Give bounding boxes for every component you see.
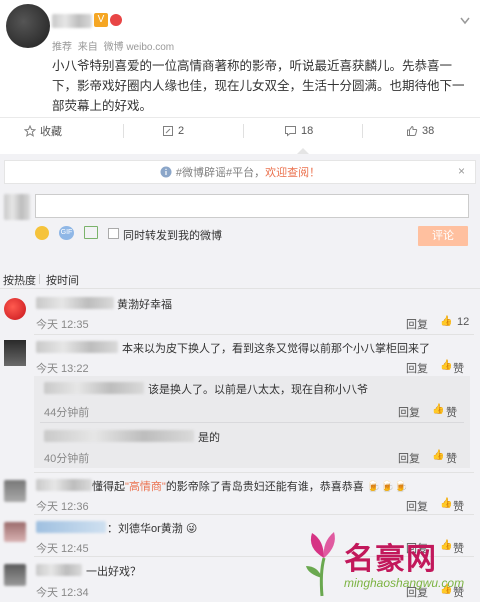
- close-notice-icon[interactable]: ×: [458, 164, 465, 178]
- comment-text-suffix: 的影帝除了青岛贵妇还能有谁，恭喜恭喜: [165, 481, 364, 493]
- reply-time: 44分钟前: [44, 407, 90, 419]
- post-meta: 推荐 来自 微博 weibo.com: [52, 38, 174, 53]
- reply-like-label[interactable]: 赞: [446, 450, 457, 466]
- comment-like-label[interactable]: 赞: [453, 498, 464, 514]
- comment-button[interactable]: 18: [284, 124, 313, 138]
- meta-recommend: 推荐: [52, 42, 72, 53]
- repost-icon: [163, 126, 173, 136]
- commenter-name[interactable]: [36, 297, 114, 309]
- commenter-name[interactable]: [36, 479, 92, 491]
- divider: [123, 124, 124, 138]
- reply-button[interactable]: 回复: [406, 498, 428, 514]
- comment-like-count: 12: [457, 316, 470, 328]
- comment-input[interactable]: [35, 194, 469, 218]
- notice-banner: #微博辟谣#平台， 欢迎查阅！: [4, 160, 476, 184]
- comment-like-label[interactable]: 赞: [453, 360, 464, 376]
- repost-checkbox-label[interactable]: 同时转发到我的微博: [123, 227, 222, 243]
- comment-text: 一出好戏？: [86, 566, 141, 578]
- emoji-icon[interactable]: [35, 226, 49, 240]
- my-avatar[interactable]: [4, 194, 30, 220]
- thumbs-up-icon[interactable]: 👍: [432, 450, 444, 461]
- comment-time: 今天 12:35: [36, 319, 89, 331]
- favorite-label: 收藏: [40, 126, 62, 138]
- reply-author-name[interactable]: [44, 430, 194, 442]
- verified-badge-icon: V: [94, 13, 108, 27]
- comment-topic-link[interactable]: "高情商": [125, 481, 166, 493]
- thumbs-up-icon: [407, 125, 418, 136]
- commenter-name[interactable]: [36, 521, 106, 533]
- comment-text: 黄渤好幸福: [117, 299, 172, 311]
- submit-comment-button[interactable]: 评论: [418, 226, 468, 246]
- comment-time: 今天 12:45: [36, 543, 89, 555]
- commenter-avatar-apple[interactable]: [4, 298, 26, 320]
- comment-time: 今天 13:22: [36, 363, 89, 375]
- comment-divider: [34, 472, 474, 473]
- sort-divider-line: [0, 288, 480, 289]
- watermark-title: 名豪网: [344, 542, 437, 577]
- meta-source-link[interactable]: 微博 weibo.com: [104, 42, 175, 53]
- comment-icon: [285, 126, 296, 137]
- post-options-chevron-icon[interactable]: [460, 12, 470, 25]
- comment-text: 本来以为皮下换人了，看到这条又觉得以前那个小八掌柜回来了: [122, 343, 430, 355]
- commenter-avatar[interactable]: [4, 564, 26, 586]
- like-button[interactable]: 38: [406, 124, 434, 138]
- thumbs-up-icon[interactable]: 👍: [432, 404, 444, 415]
- comment-time: 今天 12:34: [36, 587, 89, 599]
- post-avatar[interactable]: [6, 4, 50, 48]
- sort-by-heat-tab[interactable]: 按热度: [3, 272, 36, 288]
- action-bar-top-divider: [0, 117, 480, 118]
- comment-divider: [34, 514, 474, 515]
- comment-text-prefix: 懂得起: [92, 481, 125, 493]
- repost-count: 2: [178, 125, 185, 137]
- thumbs-up-icon[interactable]: 👍: [440, 498, 452, 509]
- notice-text: #微博辟谣#平台，: [175, 167, 266, 179]
- commenter-avatar[interactable]: [4, 340, 26, 366]
- reply-author-name[interactable]: [44, 382, 144, 394]
- reply-button[interactable]: 回复: [406, 316, 428, 332]
- divider: [362, 124, 363, 138]
- commenter-avatar[interactable]: [4, 522, 26, 542]
- gif-icon[interactable]: GIF: [59, 226, 74, 240]
- reply-divider: [40, 422, 464, 423]
- comment-time: 今天 12:36: [36, 501, 89, 513]
- post-author-name[interactable]: [52, 14, 92, 28]
- thumbs-up-icon[interactable]: 👍: [440, 316, 452, 327]
- notice-link[interactable]: 欢迎查阅！: [265, 164, 320, 180]
- reply-like-label[interactable]: 赞: [446, 404, 457, 420]
- star-icon: [24, 125, 36, 137]
- sort-divider: [39, 274, 40, 284]
- repost-button[interactable]: 2: [162, 124, 184, 138]
- member-badge-icon: [110, 14, 122, 26]
- reply-button[interactable]: 回复: [398, 450, 420, 466]
- watermark-flower-icon: [306, 532, 335, 597]
- sort-by-time-tab[interactable]: 按时间: [46, 272, 79, 288]
- repost-checkbox[interactable]: [108, 228, 119, 239]
- comment-divider: [34, 334, 474, 335]
- reply-text: 是的: [198, 432, 220, 444]
- comment-text: ：刘德华or黄渤 😜: [107, 520, 197, 536]
- image-icon[interactable]: [84, 226, 98, 239]
- thumbs-up-icon[interactable]: 👍: [440, 360, 452, 371]
- post-text: 小八爷特别喜爱的一位高情商著称的影帝，听说最近喜获麟儿。先恭喜一下，影帝戏好圈内…: [52, 59, 465, 113]
- reply-text: 该是换人了。以前是八太太，现在自称小八爷: [148, 384, 368, 396]
- meta-from: 来自: [77, 42, 98, 53]
- like-count: 38: [422, 125, 435, 137]
- reply-time: 40分钟前: [44, 453, 90, 465]
- grin-emoji-icon: 😜: [185, 523, 198, 535]
- commenter-name[interactable]: [36, 341, 118, 353]
- commenter-name[interactable]: [36, 564, 82, 576]
- divider: [243, 124, 244, 138]
- reply-button[interactable]: 回复: [398, 404, 420, 420]
- watermark-logo: 名豪网 minghaoshangwu.com: [300, 520, 480, 602]
- emoji-icon: 🍺🍺🍺: [366, 481, 408, 493]
- favorite-button[interactable]: 收藏: [24, 124, 62, 138]
- comment-text: 懂得起"高情商"的影帝除了青岛贵妇还能有谁，恭喜恭喜 🍺🍺🍺: [92, 478, 408, 494]
- comment-count: 18: [301, 125, 314, 137]
- commenter-avatar[interactable]: [4, 480, 26, 502]
- info-icon: [160, 166, 172, 178]
- reply-button[interactable]: 回复: [406, 360, 428, 376]
- comment-text-body: ：刘德华or黄渤: [107, 523, 183, 535]
- watermark-url: minghaoshangwu.com: [344, 576, 465, 590]
